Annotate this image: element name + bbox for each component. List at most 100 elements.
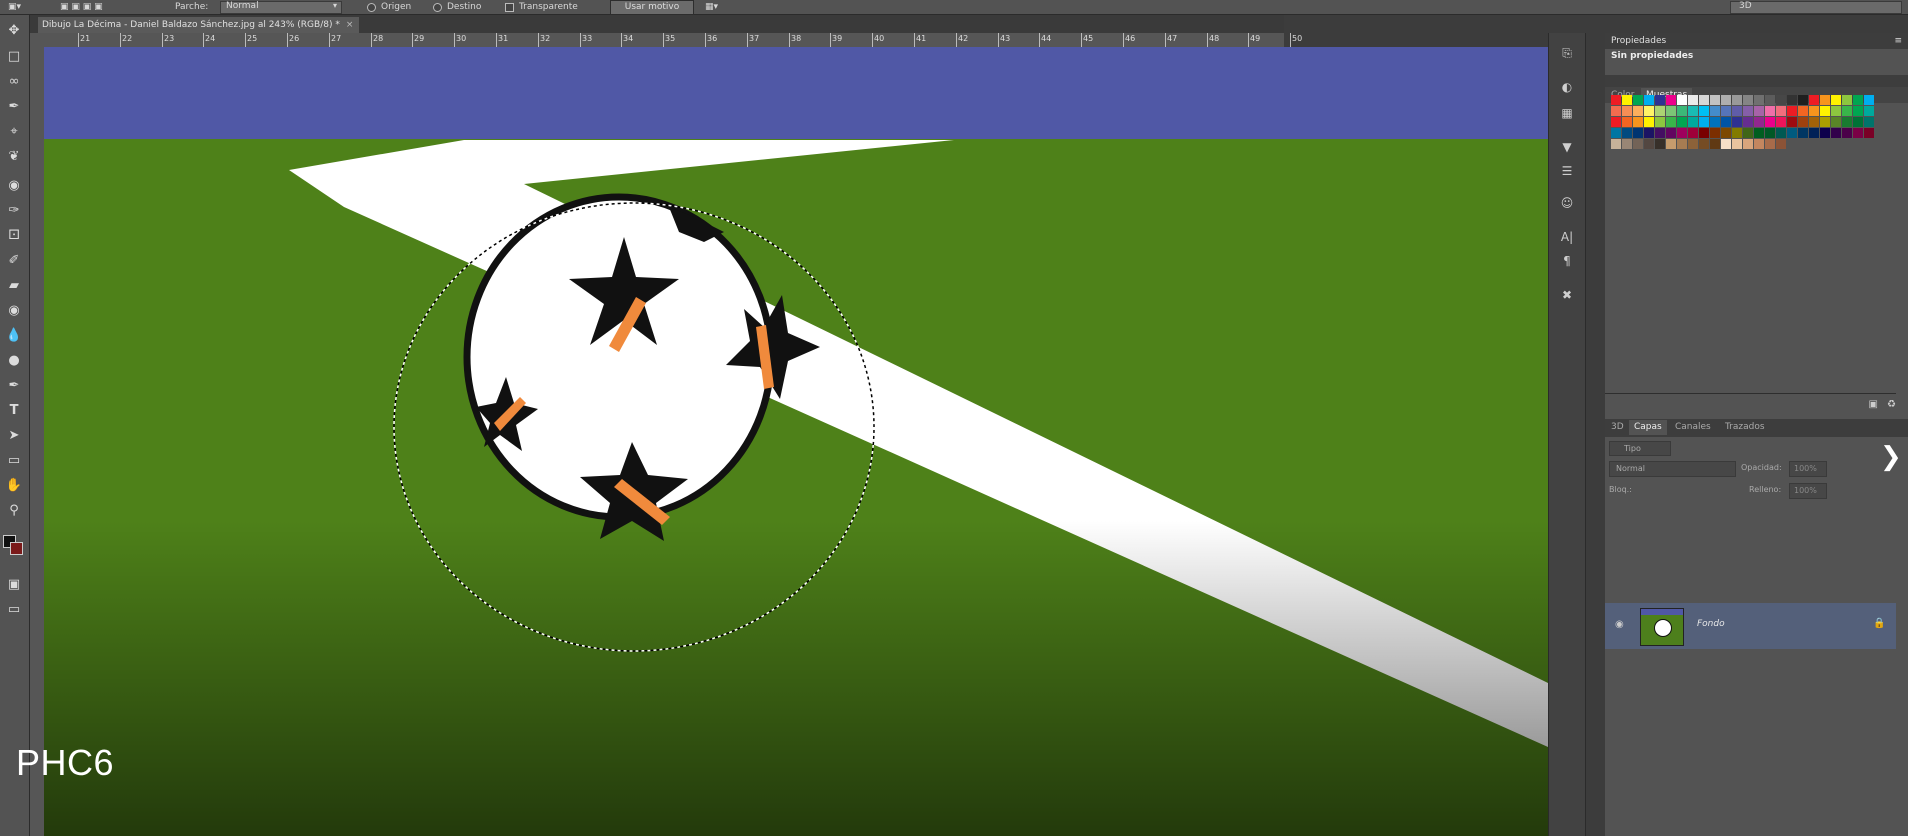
- move-icon[interactable]: ✥: [4, 21, 24, 41]
- background-color-swatch[interactable]: [10, 542, 23, 555]
- color-swatch[interactable]: [1655, 106, 1665, 116]
- character-icon[interactable]: A|: [1557, 227, 1577, 247]
- clone-source-icon[interactable]: ☺: [1557, 193, 1577, 213]
- bucket-icon[interactable]: ◉: [4, 301, 24, 321]
- color-swatch[interactable]: [1743, 106, 1753, 116]
- tab-capas[interactable]: Capas: [1629, 420, 1667, 435]
- layer-name[interactable]: Fondo: [1697, 619, 1725, 629]
- paragraph-icon[interactable]: ¶: [1557, 251, 1577, 271]
- eyedropper-icon[interactable]: ❦: [4, 147, 24, 167]
- transparente-checkbox[interactable]: [505, 3, 514, 12]
- color-swatch[interactable]: [1644, 117, 1654, 127]
- color-swatch[interactable]: [1622, 106, 1632, 116]
- color-swatch[interactable]: [1743, 117, 1753, 127]
- color-swatch[interactable]: [1842, 106, 1852, 116]
- tab-trazados[interactable]: Trazados: [1725, 420, 1765, 435]
- color-swatch[interactable]: [1776, 139, 1786, 149]
- color-swatch[interactable]: [1732, 117, 1742, 127]
- color-swatch[interactable]: [1743, 139, 1753, 149]
- color-swatch[interactable]: [1732, 95, 1742, 105]
- brush-presets-icon[interactable]: ▼: [1557, 137, 1577, 157]
- history-icon[interactable]: ⎘: [1557, 43, 1577, 63]
- color-swatch[interactable]: [1677, 106, 1687, 116]
- crop-icon[interactable]: ⌖: [4, 122, 24, 142]
- navigator-icon[interactable]: ▦: [1557, 103, 1577, 123]
- color-swatch[interactable]: [1842, 95, 1852, 105]
- healing-icon[interactable]: ◉: [4, 176, 24, 196]
- color-swatch[interactable]: [1688, 95, 1698, 105]
- color-swatch[interactable]: [1622, 95, 1632, 105]
- type-icon[interactable]: T: [4, 401, 24, 421]
- color-swatch[interactable]: [1809, 106, 1819, 116]
- panel-menu-icon[interactable]: ≡: [1894, 33, 1902, 49]
- color-swatch[interactable]: [1655, 139, 1665, 149]
- fill-input[interactable]: 100%: [1789, 483, 1827, 499]
- color-swatch[interactable]: [1864, 128, 1874, 138]
- color-swatch[interactable]: [1633, 117, 1643, 127]
- lasso-icon[interactable]: ∞: [4, 72, 24, 92]
- color-swatch[interactable]: [1732, 106, 1742, 116]
- origen-radio[interactable]: [367, 3, 376, 12]
- color-swatch[interactable]: [1666, 106, 1676, 116]
- path-select-icon[interactable]: ➤: [4, 426, 24, 446]
- color-swatch[interactable]: [1655, 128, 1665, 138]
- layer-row[interactable]: ◉ Fondo 🔒: [1605, 603, 1896, 649]
- color-swatch[interactable]: [1798, 117, 1808, 127]
- color-swatch[interactable]: [1633, 139, 1643, 149]
- color-swatch[interactable]: [1688, 128, 1698, 138]
- selection-mode-icons[interactable]: ▣ ▣ ▣ ▣: [60, 1, 103, 13]
- color-swatch[interactable]: [1611, 117, 1621, 127]
- color-swatch[interactable]: [1864, 106, 1874, 116]
- color-swatch[interactable]: [1765, 95, 1775, 105]
- color-swatch[interactable]: [1754, 128, 1764, 138]
- color-swatch[interactable]: [1798, 95, 1808, 105]
- document-canvas[interactable]: [44, 47, 1548, 836]
- color-swatch[interactable]: [1853, 106, 1863, 116]
- color-swatch[interactable]: [1677, 95, 1687, 105]
- color-swatch[interactable]: [1732, 128, 1742, 138]
- color-swatch[interactable]: [1743, 95, 1753, 105]
- opacity-input[interactable]: 100%: [1789, 461, 1827, 477]
- color-swatch[interactable]: [1611, 106, 1621, 116]
- quick-select-icon[interactable]: ✒: [4, 97, 24, 117]
- color-swatch[interactable]: [1633, 95, 1643, 105]
- color-swatch[interactable]: [1655, 95, 1665, 105]
- usar-motivo-button[interactable]: Usar motivo: [610, 0, 694, 15]
- brushes-icon[interactable]: ☰: [1557, 161, 1577, 181]
- color-swatch[interactable]: [1699, 95, 1709, 105]
- color-swatch[interactable]: [1666, 128, 1676, 138]
- color-swatch[interactable]: [1644, 128, 1654, 138]
- color-swatch[interactable]: [1721, 128, 1731, 138]
- color-swatch[interactable]: [1666, 95, 1676, 105]
- color-swatch[interactable]: [1831, 95, 1841, 105]
- color-swatch[interactable]: [1842, 117, 1852, 127]
- color-swatch[interactable]: [1853, 117, 1863, 127]
- color-swatch[interactable]: [1787, 117, 1797, 127]
- color-swatch[interactable]: [1864, 117, 1874, 127]
- color-swatch[interactable]: [1710, 139, 1720, 149]
- color-swatch[interactable]: [1754, 139, 1764, 149]
- color-swatch[interactable]: [1710, 128, 1720, 138]
- tab-3d[interactable]: 3D: [1611, 420, 1624, 435]
- color-swatch[interactable]: [1721, 95, 1731, 105]
- dodge-icon[interactable]: ●: [4, 351, 24, 371]
- color-swatch[interactable]: [1677, 128, 1687, 138]
- color-swatch[interactable]: [1633, 128, 1643, 138]
- color-swatch[interactable]: [1831, 106, 1841, 116]
- color-swatch[interactable]: [1798, 106, 1808, 116]
- color-swatch[interactable]: [1622, 128, 1632, 138]
- color-swatch[interactable]: [1765, 117, 1775, 127]
- color-swatch[interactable]: [1666, 117, 1676, 127]
- color-swatch[interactable]: [1699, 117, 1709, 127]
- color-swatch[interactable]: [1765, 106, 1775, 116]
- close-icon[interactable]: ×: [346, 20, 354, 30]
- color-swatch[interactable]: [1776, 128, 1786, 138]
- color-swatch[interactable]: [1611, 95, 1621, 105]
- color-swatch[interactable]: [1710, 95, 1720, 105]
- color-swatch[interactable]: [1787, 106, 1797, 116]
- color-swatch[interactable]: [1820, 128, 1830, 138]
- new-swatch-icon[interactable]: ▣: [1869, 399, 1878, 410]
- color-swatch[interactable]: [1644, 139, 1654, 149]
- destino-radio[interactable]: [433, 3, 442, 12]
- color-swatch[interactable]: [1622, 117, 1632, 127]
